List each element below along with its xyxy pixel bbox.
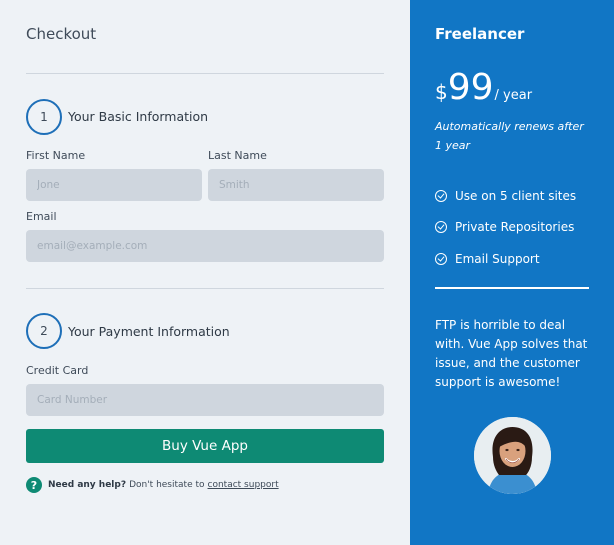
step-2-title: Your Payment Information bbox=[68, 324, 230, 339]
contact-support-link[interactable]: contact support bbox=[208, 480, 279, 490]
help-text: ? Need any help? Don't hesitate to conta… bbox=[26, 477, 279, 493]
price-amount: 99 bbox=[447, 67, 494, 108]
last-name-label: Last Name bbox=[208, 149, 267, 162]
check-circle-icon bbox=[435, 189, 447, 202]
step-2-badge: 2 bbox=[26, 313, 62, 349]
check-circle-icon bbox=[435, 221, 447, 234]
first-name-label: First Name bbox=[26, 149, 86, 162]
help-message: Don't hesitate to bbox=[129, 480, 205, 490]
avatar-portrait-icon bbox=[474, 417, 551, 494]
check-circle-icon bbox=[435, 252, 447, 265]
step-1-badge: 1 bbox=[26, 99, 62, 135]
page-title: Checkout bbox=[26, 25, 97, 43]
card-number-field[interactable] bbox=[26, 384, 384, 416]
help-question-icon: ? bbox=[26, 477, 42, 493]
feature-label: Use on 5 client sites bbox=[455, 188, 577, 203]
feature-item: Email Support bbox=[435, 243, 576, 275]
buy-button[interactable]: Buy Vue App bbox=[26, 429, 384, 463]
avatar bbox=[474, 417, 551, 494]
plan-panel: Freelancer $ 99 / year Automatically ren… bbox=[410, 0, 614, 545]
divider bbox=[435, 287, 589, 289]
first-name-field[interactable] bbox=[26, 169, 202, 201]
testimonial-text: FTP is horrible to deal with. Vue App so… bbox=[435, 318, 588, 389]
feature-item: Private Repositories bbox=[435, 212, 576, 244]
divider bbox=[26, 288, 384, 289]
step-1-title: Your Basic Information bbox=[68, 109, 209, 124]
feature-label: Private Repositories bbox=[455, 220, 575, 235]
last-name-field[interactable] bbox=[208, 169, 384, 201]
price-currency: $ bbox=[435, 80, 448, 104]
feature-list: Use on 5 client sites Private Repositori… bbox=[435, 180, 576, 275]
checkout-panel: Checkout 1 Your Basic Information First … bbox=[0, 0, 410, 545]
email-field[interactable] bbox=[26, 230, 384, 262]
renewal-note: Automatically renews after 1 year bbox=[435, 120, 584, 152]
feature-label: Email Support bbox=[455, 251, 540, 266]
credit-card-label: Credit Card bbox=[26, 364, 89, 377]
price-period: / year bbox=[494, 88, 533, 103]
help-heading: Need any help? bbox=[48, 480, 127, 490]
divider bbox=[26, 73, 384, 74]
plan-price: $ 99 / year bbox=[435, 68, 532, 108]
feature-item: Use on 5 client sites bbox=[435, 180, 576, 212]
email-label: Email bbox=[26, 210, 57, 223]
plan-name: Freelancer bbox=[435, 25, 525, 43]
